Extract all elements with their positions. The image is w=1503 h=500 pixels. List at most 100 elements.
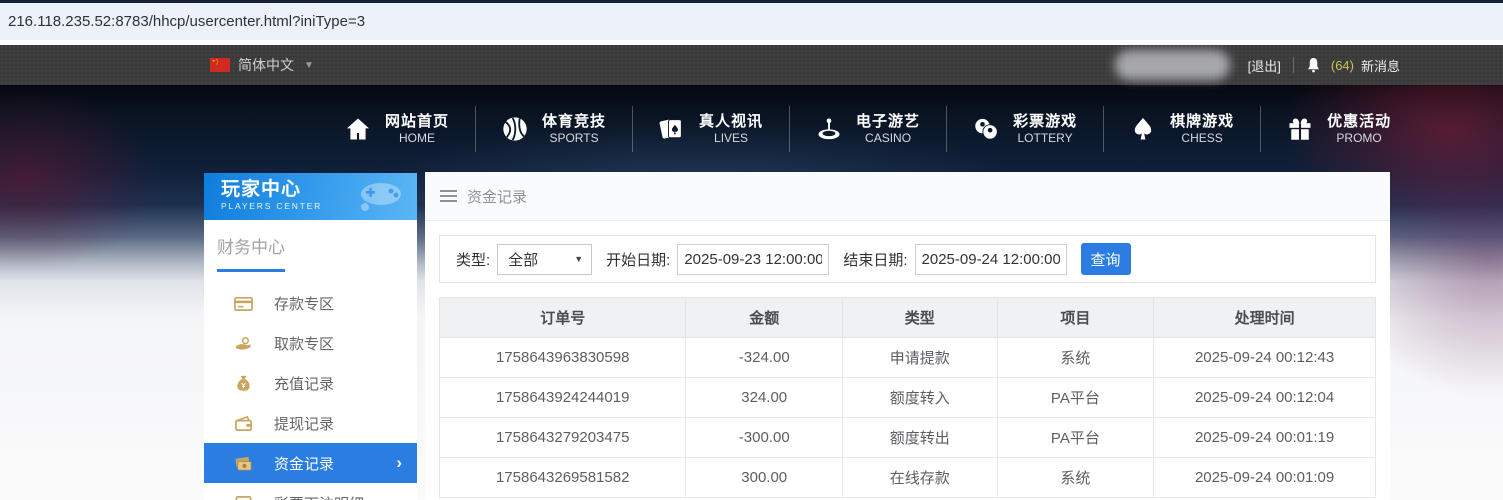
cell-type: 额度转出: [842, 417, 998, 458]
cell-type: 申请提款: [842, 337, 998, 378]
sidebar-item-label: 提现记录: [274, 415, 335, 433]
sidebar-item-fund-records[interactable]: 资金记录 ›: [204, 443, 417, 483]
end-date-input[interactable]: [914, 243, 1067, 275]
sidebar-item-withdrawal-records[interactable]: 提现记录: [204, 403, 417, 443]
cell-time: 2025-09-24 00:12:04: [1153, 377, 1376, 418]
nav-item-sports[interactable]: 体育竞技 SPORTS: [475, 100, 632, 158]
hand-money-icon: [235, 336, 252, 350]
sidebar-item-label: 彩票下注明细: [274, 493, 364, 500]
nav-item-chess[interactable]: 棋牌游戏 CHESS: [1103, 100, 1260, 158]
sidebar-header: 玩家中心 PLAYERS CENTER: [204, 173, 417, 220]
nav-item-lottery[interactable]: 彩票游戏 LOTTERY: [946, 100, 1103, 158]
list-icon: [235, 495, 252, 500]
type-filter-label: 类型:: [456, 251, 491, 269]
nav-label-zh: 优惠活动: [1327, 112, 1392, 130]
fund-records-table: 订单号 金额 类型 项目 处理时间 1758643963830598 -324.…: [438, 297, 1376, 498]
cell-amount: 324.00: [685, 377, 844, 418]
nav-label-en: SPORTS: [549, 130, 599, 145]
cell-item: PA平台: [996, 377, 1155, 418]
sidebar-item-label: 充值记录: [274, 375, 335, 393]
header-amount: 金额: [685, 297, 844, 338]
table-header-row: 订单号 金额 类型 项目 处理时间: [438, 297, 1376, 338]
sidebar: 玩家中心 PLAYERS CENTER 财务中心 存款专区 取款专区 充值记录 …: [204, 173, 417, 500]
nav-label-en: CHESS: [1181, 130, 1223, 145]
china-flag-icon: [210, 58, 230, 72]
cell-item: 系统: [996, 337, 1155, 378]
sidebar-menu: 存款专区 取款专区 充值记录 提现记录 资金记录 ›: [204, 283, 417, 500]
browser-address-bar[interactable]: 216.118.235.52:8783/hhcp/usercenter.html…: [0, 3, 1503, 40]
cell-time: 2025-09-24 00:12:43: [1153, 337, 1376, 378]
nav-label-zh: 真人视讯: [699, 112, 764, 130]
nav-label-zh: 电子游艺: [856, 112, 921, 130]
sidebar-item-lottery-bet-details[interactable]: 彩票下注明细: [204, 483, 417, 500]
playing-cards-icon: [659, 118, 682, 138]
chevron-down-icon: ▼: [304, 59, 314, 71]
home-icon: [346, 118, 370, 139]
table-row: 1758643279203475 -300.00 额度转出 PA平台 2025-…: [438, 417, 1376, 458]
search-button[interactable]: 查询: [1080, 243, 1131, 275]
hamburger-icon: [440, 187, 457, 205]
type-select-value: 全部: [508, 251, 539, 269]
cell-amount: -324.00: [685, 337, 844, 378]
sidebar-section-label: 财务中心: [217, 238, 285, 257]
sidebar-item-recharge-records[interactable]: 充值记录: [204, 363, 417, 403]
type-select[interactable]: 全部 ▼: [497, 243, 593, 275]
page-url: 216.118.235.52:8783/hhcp/usercenter.html…: [8, 13, 366, 30]
start-date-input[interactable]: [677, 243, 830, 275]
logout-button[interactable]: [退出]: [1248, 56, 1281, 75]
cell-amount: -300.00: [685, 417, 844, 458]
start-date-label: 开始日期:: [606, 251, 671, 269]
message-count-badge[interactable]: (64): [1331, 58, 1354, 73]
sidebar-item-label: 资金记录: [274, 455, 335, 473]
table-row: 1758643269581582 300.00 在线存款 系统 2025-09-…: [438, 457, 1376, 498]
roulette-icon: [818, 118, 840, 139]
header-type: 类型: [842, 297, 998, 338]
language-label: 简体中文: [238, 57, 294, 73]
section-underline: [217, 269, 285, 272]
nav-label-en: PROMO: [1336, 130, 1382, 145]
language-selector[interactable]: 简体中文 ▼: [210, 55, 314, 75]
nav-label-zh: 棋牌游戏: [1170, 112, 1235, 130]
nav-label-en: LOTTERY: [1017, 130, 1073, 145]
nav-item-promo[interactable]: 优惠活动 PROMO: [1260, 100, 1417, 158]
table-row: 1758643963830598 -324.00 申请提款 系统 2025-09…: [438, 337, 1376, 378]
sidebar-item-deposit-zone[interactable]: 存款专区: [204, 283, 417, 323]
bell-icon[interactable]: [1306, 57, 1321, 73]
money-bag-icon: [237, 375, 250, 391]
cell-item: 系统: [996, 457, 1155, 498]
sports-ball-icon: [503, 116, 527, 141]
nav-item-home[interactable]: 网站首页 HOME: [318, 100, 475, 158]
nav-item-lives[interactable]: 真人视讯 LIVES: [632, 100, 789, 158]
lottery-balls-icon: [975, 118, 998, 140]
header-time: 处理时间: [1153, 297, 1376, 338]
divider: [1292, 57, 1294, 73]
new-messages-link[interactable]: 新消息: [1361, 56, 1400, 75]
nav-item-casino[interactable]: 电子游艺 CASINO: [789, 100, 946, 158]
cell-item: PA平台: [996, 417, 1155, 458]
breadcrumb: 资金记录: [425, 172, 1390, 221]
cell-amount: 300.00: [685, 457, 844, 498]
nav-label-en: CASINO: [865, 130, 912, 145]
cell-order-no: 1758643924244019: [438, 377, 687, 418]
main-navigation: 网站首页 HOME 体育竞技 SPORTS 真人视讯 LIVES 电子游艺 CA…: [0, 85, 1503, 172]
username-redacted: [1114, 50, 1230, 80]
page-root: 216.118.235.52:8783/hhcp/usercenter.html…: [0, 0, 1503, 500]
cell-time: 2025-09-24 00:01:19: [1153, 417, 1376, 458]
bank-card-icon: [234, 296, 253, 311]
sidebar-item-label: 存款专区: [274, 295, 335, 313]
end-date-label: 结束日期:: [843, 251, 908, 269]
chevron-down-icon: ▼: [574, 254, 584, 264]
breadcrumb-label: 资金记录: [467, 188, 528, 206]
cell-type: 在线存款: [842, 457, 998, 498]
nav-label-zh: 体育竞技: [542, 112, 607, 130]
cell-time: 2025-09-24 00:01:09: [1153, 457, 1376, 498]
gift-icon: [1289, 118, 1311, 140]
wallet-icon: [235, 415, 252, 431]
cell-order-no: 1758643963830598: [438, 337, 687, 378]
content-panel: 资金记录 类型: 全部 ▼ 开始日期: 结束日期: 查询 订单号 金额 类型 项…: [425, 172, 1390, 500]
nav-label-en: LIVES: [714, 130, 749, 145]
sidebar-item-withdraw-zone[interactable]: 取款专区: [204, 323, 417, 363]
header-item: 项目: [996, 297, 1155, 338]
filter-bar: 类型: 全部 ▼ 开始日期: 结束日期: 查询: [439, 235, 1376, 283]
nav-label-zh: 网站首页: [385, 112, 450, 130]
